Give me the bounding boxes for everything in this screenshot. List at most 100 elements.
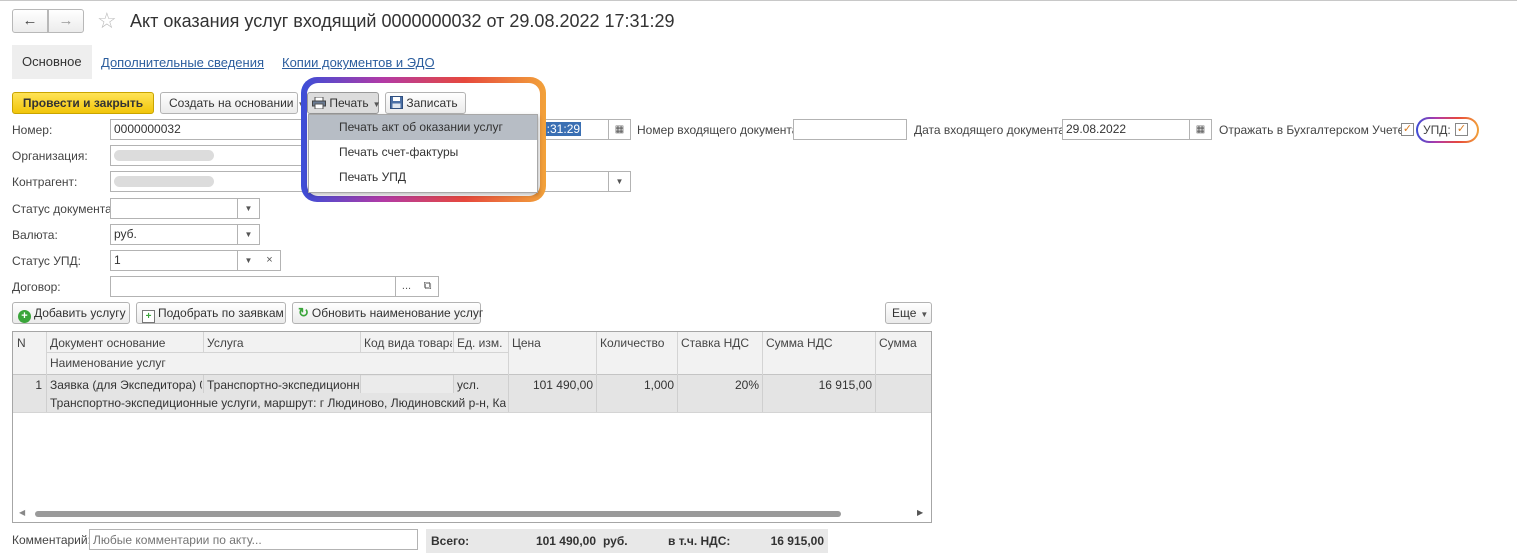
more-button[interactable]: Еще ▼	[885, 302, 932, 324]
chevron-down-icon: ▼	[615, 177, 624, 186]
update-service-names-button[interactable]: ↻ Обновить наименование услуг	[292, 302, 483, 324]
contract-open-button[interactable]: ⧉	[417, 276, 439, 297]
col-header-qty[interactable]: Количество	[600, 336, 664, 350]
col-header-n[interactable]: N	[17, 336, 26, 350]
cell-n[interactable]: 1	[13, 378, 42, 392]
print-menu: Печать акт об оказании услуг Печать счет…	[308, 114, 538, 193]
print-menu-item-service-act[interactable]: Печать акт об оказании услуг	[309, 115, 537, 140]
col-header-service-name[interactable]: Наименование услуг	[50, 356, 505, 370]
pick-by-requests-button[interactable]: + Подобрать по заявкам	[136, 302, 286, 324]
col-header-unit[interactable]: Ед. изм.	[457, 336, 507, 350]
upd-status-dropdown-button[interactable]: ▼	[238, 250, 260, 271]
incoming-date-calendar-button[interactable]: ▦	[1189, 119, 1212, 140]
print-button-open[interactable]: Печать ▼	[307, 92, 381, 114]
col-header-type-code[interactable]: Код вида товара	[364, 336, 452, 350]
col-header-vat-sum[interactable]: Сумма НДС	[766, 336, 833, 350]
counterparty-label: Контрагент:	[12, 175, 78, 189]
create-based-on-button[interactable]: Создать на основании▼	[160, 92, 305, 114]
reflect-accounting-label: Отражать в Бухгалтерском Учете:	[1219, 123, 1408, 137]
cell-price[interactable]: 101 490,00	[509, 378, 593, 392]
col-header-service[interactable]: Услуга	[207, 336, 357, 350]
arrow-left-icon: ←	[22, 12, 38, 29]
scroll-left-arrow-icon[interactable]: ◀	[19, 508, 25, 517]
cell-service[interactable]: Транспортно-экспедиционн...	[207, 378, 359, 392]
scroll-right-arrow-icon[interactable]: ▶	[917, 508, 923, 517]
counterparty-dropdown-button[interactable]: ▼	[609, 171, 631, 192]
cell-type-code[interactable]	[361, 376, 453, 393]
upd-status-field[interactable]: 1	[110, 250, 238, 271]
reflect-accounting-checkbox[interactable]: ✓	[1401, 123, 1414, 136]
total-currency: руб.	[603, 534, 628, 548]
chevron-down-icon: ▼	[372, 100, 381, 109]
col-header-sum[interactable]: Сумма	[879, 336, 917, 350]
col-divider	[46, 375, 47, 412]
redacted-value	[114, 176, 214, 187]
doc-status-dropdown-button[interactable]: ▼	[238, 198, 260, 219]
col-header-vat-rate[interactable]: Ставка НДС	[681, 336, 749, 350]
contract-field[interactable]	[110, 276, 396, 297]
total-label: Всего:	[431, 534, 470, 548]
calendar-icon: ▦	[614, 124, 625, 135]
col-header-price[interactable]: Цена	[512, 336, 541, 350]
cell-unit[interactable]: усл.	[457, 378, 507, 392]
cell-qty[interactable]: 1,000	[597, 378, 674, 392]
ellipsis-icon: ...	[401, 280, 412, 292]
date-field[interactable]: 7:31:29	[535, 119, 609, 140]
incoming-date-field[interactable]: 29.08.2022	[1062, 119, 1190, 140]
upd-checkbox[interactable]: ✓	[1455, 123, 1468, 136]
tab-main[interactable]: Основное	[12, 45, 92, 79]
refresh-icon: ↻	[298, 305, 309, 320]
col-header-base-doc[interactable]: Документ основание	[50, 336, 200, 350]
arrow-right-icon: →	[58, 12, 74, 29]
number-label: Номер:	[12, 123, 53, 137]
add-icon: +	[18, 310, 31, 323]
window-top-border	[0, 0, 1517, 1]
chevron-down-icon: ▼	[244, 230, 253, 239]
upd-status-label: Статус УПД:	[12, 254, 81, 268]
forward-button[interactable]: →	[48, 9, 84, 33]
calendar-button[interactable]: ▦	[608, 119, 631, 140]
totals-panel: Всего: 101 490,00 руб. в т.ч. НДС: 16 91…	[426, 529, 828, 553]
row-bottom-border	[13, 412, 931, 413]
add-service-label: Добавить услугу	[34, 306, 126, 320]
counterparty-field-tail[interactable]	[535, 171, 609, 192]
create-based-on-label: Создать на основании	[169, 96, 294, 110]
incoming-number-field[interactable]	[793, 119, 907, 140]
contract-select-button[interactable]: ...	[396, 276, 418, 297]
star-icon[interactable]: ☆	[97, 9, 117, 33]
redacted-value	[114, 150, 214, 161]
vat-value: 16 915,00	[770, 534, 824, 548]
currency-field[interactable]: руб.	[110, 224, 238, 245]
page-title: Акт оказания услуг входящий 0000000032 о…	[130, 11, 675, 31]
currency-dropdown-button[interactable]: ▼	[238, 224, 260, 245]
cell-vat-sum[interactable]: 16 915,00	[763, 378, 872, 392]
services-table[interactable]: N Документ основание Услуга Код вида тов…	[12, 331, 932, 523]
doc-status-field[interactable]	[110, 198, 238, 219]
organization-field[interactable]	[110, 145, 310, 166]
post-and-close-button[interactable]: Провести и закрыть	[12, 92, 154, 114]
save-button-overlay[interactable]: Записать	[385, 92, 466, 114]
upd-status-clear-button[interactable]: ×	[259, 250, 281, 271]
col-divider	[875, 375, 876, 412]
col-divider	[360, 332, 361, 352]
number-field[interactable]: 0000000032	[110, 119, 310, 140]
print-menu-item-invoice[interactable]: Печать счет-фактуры	[309, 140, 537, 165]
back-button[interactable]: ←	[12, 9, 48, 33]
cell-service-name[interactable]: Транспортно-экспедиционные услуги, маршр…	[50, 396, 506, 410]
open-window-icon: ⧉	[423, 280, 432, 292]
tab-additional-info[interactable]: Дополнительные сведения	[101, 55, 264, 70]
horizontal-scrollbar-thumb[interactable]	[35, 511, 841, 517]
cell-base-doc[interactable]: Заявка (для Экспедитора) 0...	[50, 378, 202, 392]
checkmark-icon: ✓	[1402, 123, 1413, 135]
add-service-button[interactable]: + Добавить услугу	[12, 302, 130, 324]
print-menu-item-upd[interactable]: Печать УПД	[309, 165, 537, 190]
close-icon: ×	[266, 254, 273, 266]
tab-document-copies-edo[interactable]: Копии документов и ЭДО	[282, 55, 435, 70]
cell-vat-rate[interactable]: 20%	[678, 378, 759, 392]
col-divider	[453, 332, 454, 352]
comment-input[interactable]	[89, 529, 418, 550]
counterparty-field[interactable]	[110, 171, 310, 192]
printer-icon	[312, 96, 326, 110]
vat-label: в т.ч. НДС:	[668, 534, 731, 548]
checkmark-icon: ✓	[1456, 123, 1467, 135]
